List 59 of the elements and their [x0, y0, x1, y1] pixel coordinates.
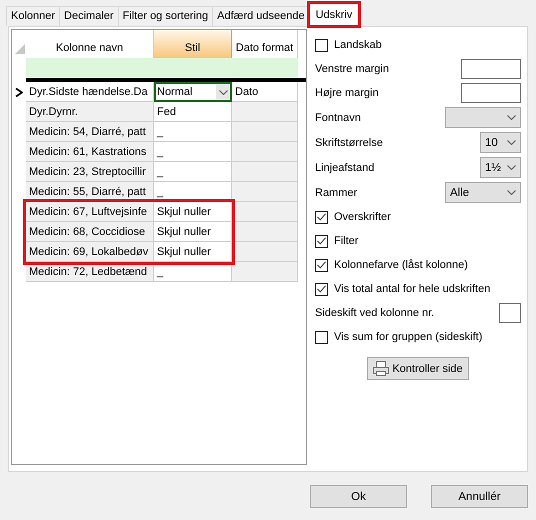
- option-label: Højre margin: [315, 87, 379, 99]
- chevron-down-icon: [218, 90, 228, 94]
- checkbox[interactable]: [315, 210, 328, 224]
- table-cell: [232, 182, 298, 202]
- table-cell: Medicin: 23, Streptocillir: [26, 162, 154, 182]
- table-cell: Medicin: 68, Coccidiose: [26, 222, 154, 242]
- chevron-down-icon: [507, 140, 516, 145]
- corner-triangle-icon: [15, 44, 25, 54]
- option-label: Fontnavn: [315, 112, 361, 124]
- table-cell: [232, 242, 298, 262]
- option-label: Filter: [334, 235, 358, 247]
- check-page-button[interactable]: Kontroller side: [367, 357, 469, 380]
- tab[interactable]: Kolonner: [6, 6, 60, 26]
- chevron-down-icon: [507, 115, 516, 120]
- table-cell: [232, 102, 298, 122]
- option-label: Kolonnefarve (låst kolonne): [334, 259, 468, 271]
- chevron-down-icon: [507, 165, 516, 170]
- option-label: Landskab: [334, 39, 382, 51]
- checkbox[interactable]: [315, 258, 328, 272]
- column-header[interactable]: Stil: [154, 30, 232, 58]
- chevron-down-icon: [507, 190, 516, 195]
- input-field[interactable]: [461, 59, 521, 79]
- dropdown[interactable]: 10: [480, 132, 521, 153]
- style-dropdown[interactable]: Normal: [154, 82, 232, 102]
- checkbox[interactable]: [315, 330, 328, 344]
- printer-icon: [373, 361, 390, 376]
- option-label: Linjeafstand: [315, 162, 374, 174]
- tab[interactable]: Udskriv: [308, 3, 360, 26]
- table-cell: [232, 142, 298, 162]
- table-cell: [232, 122, 298, 142]
- input-field[interactable]: [461, 83, 521, 103]
- table-cell: Dyr.Dyrnr.: [26, 102, 154, 122]
- option-label: Overskrifter: [334, 211, 391, 223]
- table-cell: Medicin: 67, Luftvejsinfe: [26, 202, 154, 222]
- dropdown-value: Normal: [157, 86, 192, 98]
- option-label: Vis sum for gruppen (sideskift): [334, 331, 482, 343]
- option-label: Rammer: [315, 186, 358, 198]
- dropdown[interactable]: 1½: [480, 157, 521, 178]
- dialog-button[interactable]: Ok: [310, 485, 407, 508]
- table-cell: Medicin: 61, Kastrations: [26, 142, 154, 162]
- table-cell: [232, 262, 298, 282]
- dialog-button[interactable]: Annullér: [431, 485, 528, 508]
- dropdown[interactable]: Alle: [445, 182, 521, 203]
- table-cell: Skjul nuller: [154, 202, 232, 222]
- option-label: Skriftstørrelse: [315, 136, 383, 148]
- table-cell: Skjul nuller: [154, 242, 232, 262]
- table-cell: [232, 222, 298, 242]
- table-cell: Medicin: 54, Diarré, patt: [26, 122, 154, 142]
- option-label: Venstre margin: [315, 63, 389, 75]
- checkbox[interactable]: [315, 38, 328, 52]
- option-label: Sideskift ved kolonne nr.: [315, 307, 434, 319]
- table-cell: [232, 162, 298, 182]
- checkbox[interactable]: [315, 234, 328, 248]
- checkbox[interactable]: [315, 282, 328, 296]
- input-field[interactable]: [499, 303, 521, 323]
- table-cell: Skjul nuller: [154, 222, 232, 242]
- option-label: Vis total antal for hele udskriften: [334, 283, 490, 295]
- table-cell: Medicin: 69, Lokalbedøv: [26, 242, 154, 262]
- table-cell: [232, 202, 298, 222]
